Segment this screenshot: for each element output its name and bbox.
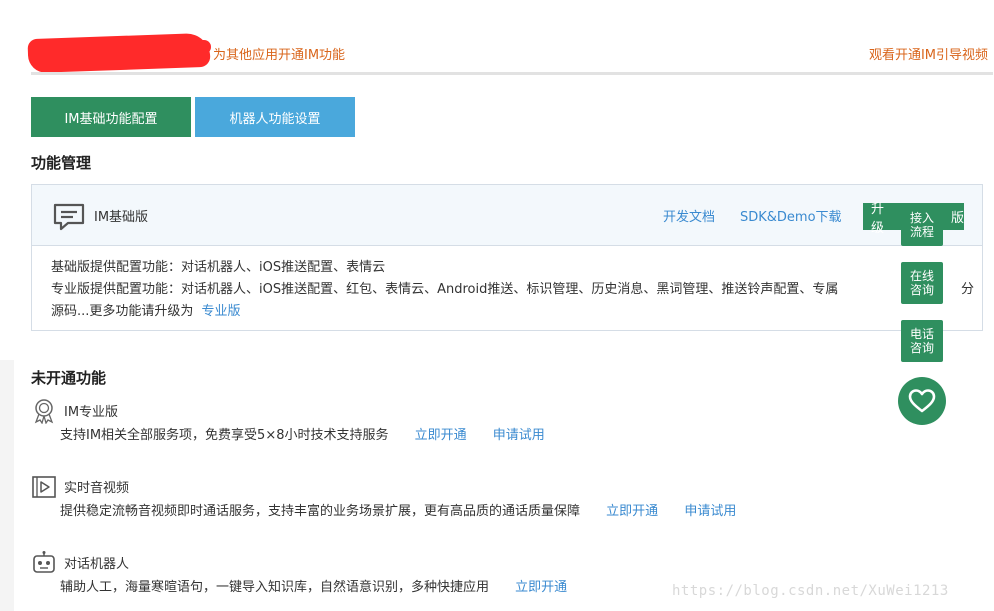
feature-title: 实时音视频 — [64, 481, 130, 496]
feature-title: IM专业版 — [64, 405, 119, 420]
activate-now-link[interactable]: 立即开通 — [515, 580, 567, 595]
upgrade-line-text: 源码...更多功能请升级为 — [51, 304, 194, 319]
heart-icon — [908, 389, 936, 413]
top-bar: 为其他应用开通IM功能 观看开通IM引导视频 — [27, 32, 994, 76]
favorite-button[interactable] — [898, 377, 946, 425]
pro-features-tail: 分 — [961, 282, 975, 297]
watch-guide-video-link[interactable]: 观看开通IM引导视频 — [869, 44, 988, 63]
feature-desc-text: 辅助人工，海量寒暄语句，一键导入知识库，自然语意识别，多种快捷应用 — [60, 580, 490, 595]
section-title-function-management: 功能管理 — [31, 154, 92, 172]
award-icon — [34, 399, 54, 424]
tab-robot-settings[interactable]: 机器人功能设置 — [195, 97, 355, 137]
activate-now-link[interactable]: 立即开通 — [415, 428, 467, 443]
enable-im-for-other-app-link[interactable]: 为其他应用开通IM功能 — [213, 44, 345, 63]
card-body: 基础版提供配置功能：对话机器人、iOS推送配置、表情云 专业版提供配置功能：对话… — [51, 257, 975, 323]
pro-features-text: 专业版提供配置功能：对话机器人、iOS推送配置、红包、表情云、Android推送… — [51, 282, 839, 297]
access-process-button[interactable]: 接入 流程 — [901, 204, 943, 246]
float-button-label: 电话 — [909, 327, 934, 341]
online-consult-button[interactable]: 在线 咨询 — [901, 262, 943, 304]
activate-now-link[interactable]: 立即开通 — [606, 504, 658, 519]
left-edge-strip — [0, 360, 14, 611]
chat-icon — [53, 203, 85, 231]
feature-description: 辅助人工，海量寒暄语句，一键导入知识库，自然语意识别，多种快捷应用 立即开通 — [60, 576, 567, 595]
float-button-label: 流程 — [909, 225, 934, 239]
sdk-demo-download-link[interactable]: SDK&Demo下载 — [740, 206, 842, 225]
dev-docs-link[interactable]: 开发文档 — [663, 206, 715, 225]
video-icon — [32, 476, 56, 498]
upgrade-button-label-tail: 版 — [950, 211, 964, 226]
redaction-mark — [171, 40, 211, 54]
robot-icon — [33, 551, 55, 573]
card-header: IM基础版 开发文档 SDK&Demo下载 升级 版 — [32, 185, 982, 246]
feature-desc-text: 支持IM相关全部服务项，免费享受5×8小时技术支持服务 — [60, 428, 389, 443]
feature-description: 支持IM相关全部服务项，免费享受5×8小时技术支持服务 立即开通 申请试用 — [60, 424, 545, 443]
section-title-inactive-features: 未开通功能 — [31, 369, 107, 387]
float-button-label: 咨询 — [909, 283, 934, 297]
phone-consult-button[interactable]: 电话 咨询 — [901, 320, 943, 362]
tab-im-basic-config[interactable]: IM基础功能配置 — [31, 97, 191, 137]
feature-description: 提供稳定流畅音视频即时通话服务，支持丰富的业务场景扩展，更有高品质的通话质量保障… — [60, 500, 736, 519]
float-button-label: 在线 — [909, 269, 934, 283]
im-basic-card: IM基础版 开发文档 SDK&Demo下载 升级 版 基础版提供配置功能：对话机… — [31, 184, 983, 331]
upgrade-button-label: 升级 — [871, 201, 885, 236]
apply-trial-link[interactable]: 申请试用 — [684, 504, 736, 519]
pro-version-link[interactable]: 专业版 — [202, 304, 241, 319]
watermark: https://blog.csdn.net/XuWei1213 — [672, 583, 949, 599]
card-title: IM基础版 — [94, 210, 149, 225]
upgrade-line: 源码...更多功能请升级为 专业版 — [51, 301, 971, 323]
basic-features-line: 基础版提供配置功能：对话机器人、iOS推送配置、表情云 — [51, 260, 386, 275]
feature-title: 对话机器人 — [64, 557, 130, 572]
divider — [31, 72, 993, 75]
feature-desc-text: 提供稳定流畅音视频即时通话服务，支持丰富的业务场景扩展，更有高品质的通话质量保障 — [60, 504, 581, 519]
apply-trial-link[interactable]: 申请试用 — [493, 428, 545, 443]
float-button-label: 咨询 — [909, 341, 934, 355]
pro-features-line: 专业版提供配置功能：对话机器人、iOS推送配置、红包、表情云、Android推送… — [51, 279, 975, 301]
float-button-label: 接入 — [909, 211, 934, 225]
